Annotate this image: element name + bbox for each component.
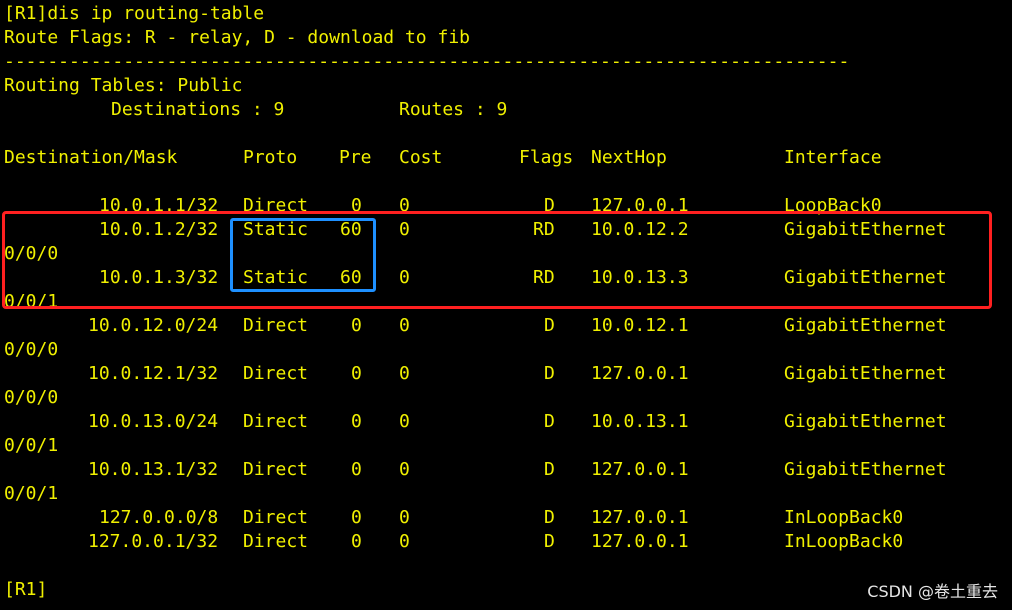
cell-nexthop: 127.0.0.1 xyxy=(591,363,689,384)
cell-destination: 10.0.13.1/32 xyxy=(88,459,219,480)
cell-pre: 0 xyxy=(351,363,362,384)
cell-proto: Direct xyxy=(243,315,309,336)
cell-cost: 0 xyxy=(399,363,410,384)
cell-nexthop: 10.0.12.1 xyxy=(591,315,689,336)
header-interface: Interface xyxy=(784,147,882,168)
header-nexthop: NextHop xyxy=(591,147,667,168)
cell-pre: 0 xyxy=(351,507,362,528)
routing-tables-line: Routing Tables: Public xyxy=(4,75,243,96)
cell-pre: 0 xyxy=(351,315,362,336)
header-pre: Pre xyxy=(339,147,372,168)
red-highlight-box xyxy=(2,211,992,309)
watermark: CSDN @卷土重去 xyxy=(867,582,998,601)
cell-interface: InLoopBack0 xyxy=(784,507,904,528)
cell-nexthop: 10.0.13.1 xyxy=(591,411,689,432)
cell-proto: Direct xyxy=(243,507,309,528)
cell-pre: 0 xyxy=(351,411,362,432)
cell-interface: GigabitEthernet xyxy=(784,363,947,384)
cell-cost: 0 xyxy=(399,315,410,336)
header-destination: Destination/Mask xyxy=(4,147,178,168)
cell-destination: 10.0.12.1/32 xyxy=(88,363,219,384)
cell-nexthop: 127.0.0.1 xyxy=(591,507,689,528)
cell-pre: 0 xyxy=(351,531,362,552)
cell-interface-continued: 0/0/0 xyxy=(4,387,59,408)
command-line: [R1]dis ip routing-table xyxy=(4,3,265,24)
prompt[interactable]: [R1] xyxy=(4,578,47,602)
terminal-window: [R1]dis ip routing-table Route Flags: R … xyxy=(0,0,1012,610)
cell-flags: D xyxy=(544,411,555,432)
cell-proto: Direct xyxy=(243,411,309,432)
header-flags: Flags xyxy=(519,147,574,168)
cell-pre: 0 xyxy=(351,459,362,480)
cell-flags: D xyxy=(544,507,555,528)
cell-interface-continued: 0/0/1 xyxy=(4,483,59,504)
separator-line: ----------------------------------------… xyxy=(4,51,850,72)
cell-flags: D xyxy=(544,363,555,384)
cell-interface-continued: 0/0/0 xyxy=(4,339,59,360)
blue-highlight-box xyxy=(230,218,376,292)
cell-proto: Direct xyxy=(243,363,309,384)
cell-cost: 0 xyxy=(399,531,410,552)
routes-count: Routes : 9 xyxy=(399,99,508,120)
cell-interface: GigabitEthernet xyxy=(784,459,947,480)
cell-flags: D xyxy=(544,315,555,336)
cell-destination: 10.0.12.0/24 xyxy=(88,315,219,336)
cell-interface: InLoopBack0 xyxy=(784,531,904,552)
cell-nexthop: 127.0.0.1 xyxy=(591,531,689,552)
cell-cost: 0 xyxy=(399,411,410,432)
header-cost: Cost xyxy=(399,147,443,168)
cell-interface: GigabitEthernet xyxy=(784,315,947,336)
cell-cost: 0 xyxy=(399,459,410,480)
destinations-count: Destinations : 9 xyxy=(111,99,285,120)
cell-interface: GigabitEthernet xyxy=(784,411,947,432)
route-flags-line: Route Flags: R - relay, D - download to … xyxy=(4,27,470,48)
cell-proto: Direct xyxy=(243,459,309,480)
cell-flags: D xyxy=(544,459,555,480)
cell-flags: D xyxy=(544,531,555,552)
header-proto: Proto xyxy=(243,147,298,168)
cell-cost: 0 xyxy=(399,507,410,528)
cell-nexthop: 127.0.0.1 xyxy=(591,459,689,480)
cell-interface-continued: 0/0/1 xyxy=(4,435,59,456)
cell-destination: 127.0.0.0/8 xyxy=(99,507,219,528)
cell-destination: 10.0.13.0/24 xyxy=(88,411,219,432)
cell-proto: Direct xyxy=(243,531,309,552)
cell-destination: 127.0.0.1/32 xyxy=(88,531,219,552)
